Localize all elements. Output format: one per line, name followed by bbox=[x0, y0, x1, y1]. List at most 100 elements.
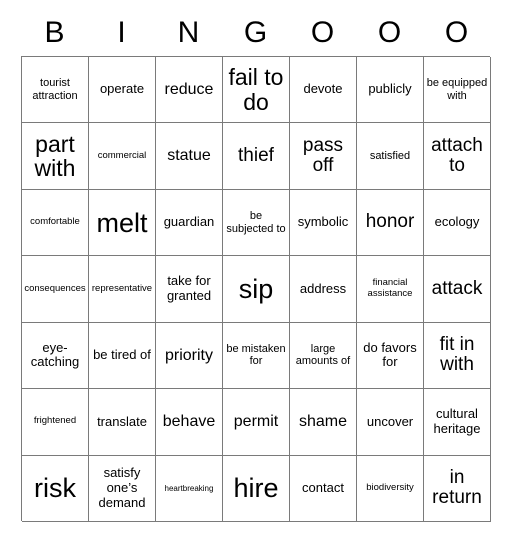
bingo-cell-r0-c3[interactable]: fail to do bbox=[223, 57, 290, 124]
bingo-cell-label: satisfied bbox=[369, 149, 411, 162]
bingo-cell-r3-c3[interactable]: sip bbox=[223, 256, 290, 323]
bingo-cell-label: be mistaken for bbox=[226, 342, 286, 368]
bingo-cell-label: thief bbox=[238, 144, 274, 166]
bingo-cell-label: heartbreaking bbox=[164, 483, 214, 493]
bingo-cell-label: melt bbox=[96, 207, 148, 238]
bingo-cell-label: permit bbox=[233, 413, 279, 431]
bingo-header-letter-3: G bbox=[243, 16, 268, 49]
bingo-cell-label: be tired of bbox=[93, 347, 151, 363]
bingo-cell-r3-c5[interactable]: financial assistance bbox=[357, 256, 424, 323]
bingo-cell-r3-c0[interactable]: consequences bbox=[22, 256, 89, 323]
bingo-header-letter-6: O bbox=[444, 16, 469, 49]
bingo-cell-r3-c6[interactable]: attack bbox=[424, 256, 491, 323]
bingo-cell-label: symbolic bbox=[297, 214, 349, 230]
bingo-cell-r2-c4[interactable]: symbolic bbox=[290, 189, 357, 257]
bingo-cell-r0-c2[interactable]: reduce bbox=[156, 57, 223, 124]
bingo-cell-label: translate bbox=[97, 413, 147, 429]
bingo-cell-r1-c0[interactable]: part with bbox=[22, 123, 89, 190]
bingo-cell-r1-c5[interactable]: satisfied bbox=[357, 123, 424, 190]
bingo-cell-label: sip bbox=[238, 273, 274, 304]
bingo-cell-r0-c4[interactable]: devote bbox=[290, 57, 357, 124]
bingo-cell-r4-c0[interactable]: eye-catching bbox=[22, 322, 89, 390]
bingo-cell-label: statue bbox=[167, 147, 211, 165]
bingo-cell-label: risk bbox=[34, 473, 76, 504]
bingo-cell-label: eye-catching bbox=[30, 339, 80, 370]
bingo-cell-r4-c5[interactable]: do favors for bbox=[357, 322, 424, 390]
bingo-cell-r0-c1[interactable]: operate bbox=[89, 57, 156, 124]
bingo-cell-r6-c0[interactable]: risk bbox=[22, 455, 89, 522]
bingo-cell-r6-c6[interactable]: in return bbox=[424, 455, 491, 522]
bingo-cell-r3-c4[interactable]: address bbox=[290, 256, 357, 323]
bingo-cell-r0-c6[interactable]: be equipped with bbox=[424, 57, 491, 124]
bingo-cell-label: cultural heritage bbox=[433, 406, 481, 436]
bingo-cell-r4-c1[interactable]: be tired of bbox=[89, 322, 156, 390]
bingo-cell-r4-c3[interactable]: be mistaken for bbox=[223, 322, 290, 390]
bingo-cell-r4-c2[interactable]: priority bbox=[156, 322, 223, 390]
bingo-cell-label: large amounts of bbox=[295, 342, 351, 368]
bingo-header-row: BINGOOO bbox=[21, 10, 490, 56]
bingo-cell-r2-c3[interactable]: be subjected to bbox=[223, 189, 290, 257]
bingo-cell-r1-c3[interactable]: thief bbox=[223, 123, 290, 190]
bingo-cell-label: attack bbox=[431, 277, 483, 299]
bingo-cell-r5-c0[interactable]: frightened bbox=[22, 389, 89, 456]
bingo-cell-r4-c4[interactable]: large amounts of bbox=[290, 322, 357, 390]
bingo-header-letter-0: B bbox=[44, 16, 65, 49]
bingo-cell-label: behave bbox=[162, 413, 216, 431]
bingo-cell-label: financial assistance bbox=[367, 277, 413, 299]
bingo-cell-r1-c6[interactable]: attach to bbox=[424, 123, 491, 190]
bingo-cell-r1-c1[interactable]: commercial bbox=[89, 123, 156, 190]
bingo-cell-label: uncover bbox=[366, 413, 414, 429]
bingo-cell-label: fail to do bbox=[228, 64, 284, 115]
bingo-cell-label: operate bbox=[99, 81, 145, 97]
bingo-cell-r5-c5[interactable]: uncover bbox=[357, 389, 424, 456]
bingo-cell-label: be subjected to bbox=[226, 209, 286, 235]
bingo-cell-label: shame bbox=[298, 413, 348, 431]
bingo-cell-r6-c4[interactable]: contact bbox=[290, 455, 357, 522]
bingo-header-letter-5: O bbox=[377, 16, 402, 49]
bingo-cell-label: biodiversity bbox=[366, 481, 414, 493]
bingo-cell-label: in return bbox=[432, 466, 482, 509]
bingo-cell-r0-c0[interactable]: tourist attraction bbox=[22, 57, 89, 124]
bingo-cell-label: devote bbox=[303, 81, 343, 97]
bingo-cell-label: guardian bbox=[163, 214, 215, 230]
bingo-cell-label: satisfy one’s demand bbox=[98, 465, 146, 510]
bingo-cell-r2-c2[interactable]: guardian bbox=[156, 189, 223, 257]
bingo-cell-r3-c1[interactable]: representative bbox=[89, 256, 156, 323]
bingo-cell-label: fit in with bbox=[439, 333, 475, 376]
bingo-header-letter-1: I bbox=[117, 16, 126, 49]
bingo-cell-r5-c3[interactable]: permit bbox=[223, 389, 290, 456]
bingo-cell-r6-c1[interactable]: satisfy one’s demand bbox=[89, 455, 156, 522]
bingo-cell-label: publicly bbox=[368, 81, 412, 97]
bingo-cell-r5-c4[interactable]: shame bbox=[290, 389, 357, 456]
bingo-cell-r6-c5[interactable]: biodiversity bbox=[357, 455, 424, 522]
bingo-cell-label: address bbox=[299, 280, 347, 296]
bingo-cell-r2-c1[interactable]: melt bbox=[89, 189, 156, 257]
bingo-cell-label: contact bbox=[302, 479, 344, 495]
bingo-cell-label: ecology bbox=[434, 214, 480, 230]
bingo-cell-r4-c6[interactable]: fit in with bbox=[424, 322, 491, 390]
bingo-cell-r2-c0[interactable]: comfortable bbox=[22, 189, 89, 257]
bingo-grid: tourist attraction operate reduce fail to d… bbox=[21, 56, 491, 522]
bingo-cell-label: part with bbox=[34, 130, 76, 182]
bingo-cell-label: frightened bbox=[33, 415, 77, 427]
bingo-cell-r1-c2[interactable]: statue bbox=[156, 123, 223, 190]
bingo-cell-label: honor bbox=[365, 211, 415, 233]
bingo-cell-r2-c6[interactable]: ecology bbox=[424, 189, 491, 257]
bingo-cell-label: representative bbox=[91, 282, 153, 294]
bingo-cell-r2-c5[interactable]: honor bbox=[357, 189, 424, 257]
bingo-cell-r1-c4[interactable]: pass off bbox=[290, 123, 357, 190]
bingo-cell-label: attach to bbox=[431, 134, 483, 177]
bingo-cell-r0-c5[interactable]: publicly bbox=[357, 57, 424, 124]
bingo-cell-r5-c6[interactable]: cultural heritage bbox=[424, 389, 491, 456]
bingo-cell-label: take for granted bbox=[166, 273, 212, 303]
bingo-header-letter-4: O bbox=[310, 16, 335, 49]
bingo-header-letter-2: N bbox=[177, 16, 200, 49]
bingo-cell-r6-c3[interactable]: hire bbox=[223, 455, 290, 522]
bingo-cell-r3-c2[interactable]: take for granted bbox=[156, 256, 223, 323]
bingo-cell-label: pass off bbox=[302, 134, 344, 177]
bingo-cell-r5-c1[interactable]: translate bbox=[89, 389, 156, 456]
bingo-card: BINGOOO tourist attraction operate reduce f… bbox=[0, 0, 511, 544]
bingo-cell-r6-c2[interactable]: heartbreaking bbox=[156, 455, 223, 522]
bingo-cell-label: consequences bbox=[24, 282, 86, 294]
bingo-cell-r5-c2[interactable]: behave bbox=[156, 389, 223, 456]
